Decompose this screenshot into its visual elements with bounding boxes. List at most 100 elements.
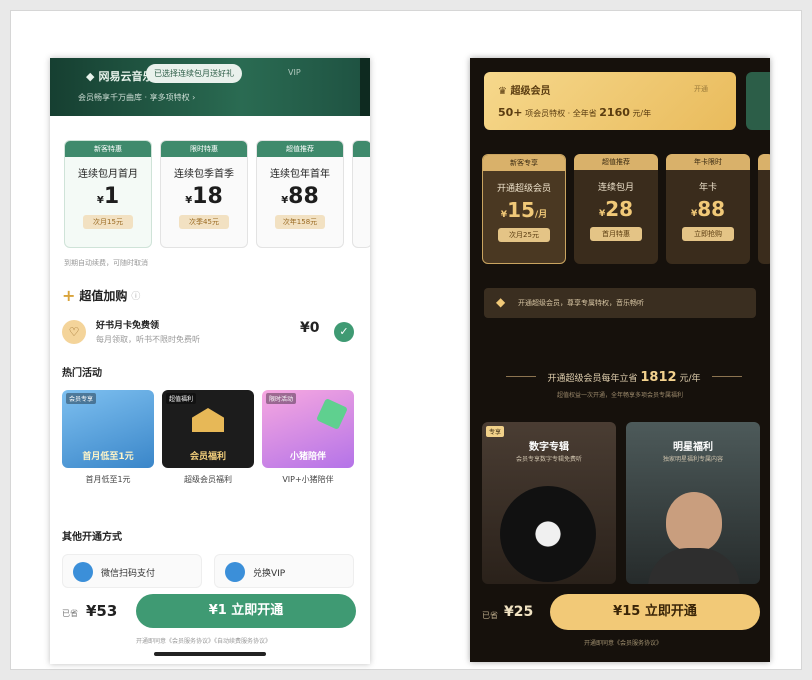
rplan-card-partial[interactable] — [758, 154, 770, 264]
left-header-banner: ◆ 网易云音乐 已选择连续包月送好礼 会员畅享千万曲库 · 享多项特权 › VI… — [50, 58, 370, 116]
agreement-text[interactable]: 开通即同意《会员服务协议》《自动续费服务协议》 — [136, 636, 271, 645]
activity-label: VIP+小猪陪伴 — [282, 475, 334, 484]
right-bottom-bar: 已省 ¥25 ¥15 立即开通 开通即同意《会员服务协议》 — [470, 590, 770, 662]
plan-badge: 新客专享 — [483, 155, 565, 171]
left-bottom-bar: 已省 ¥53 ¥1 立即开通 开通即同意《会员服务协议》《自动续费服务协议》 — [50, 590, 370, 664]
plan-price: ¥1 — [96, 184, 120, 209]
plan-tag: 次季45元 — [179, 215, 229, 229]
info-icon[interactable]: ⓘ — [131, 289, 140, 302]
hot-activities-title: 热门活动 — [62, 368, 102, 379]
saved-total: ¥25 — [504, 604, 534, 620]
activity-text: 会员福利 — [189, 452, 226, 462]
header-tag: VIP — [288, 68, 301, 77]
saved-total: ¥53 — [86, 602, 118, 620]
activity-badge: 超值福利 — [166, 393, 197, 404]
plan-badge: 限时特惠 — [161, 141, 247, 157]
brand-logo: ◆ 网易云音乐 — [86, 68, 153, 84]
open-now-button[interactable]: ¥1 立即开通 — [136, 594, 356, 628]
plus-icon: + — [62, 286, 76, 305]
rplan-card-1[interactable]: 新客专享 开通超级会员 ¥15/月 次月25元 — [482, 154, 566, 264]
plan-name: 连续包年首年 — [270, 169, 330, 180]
header-subtitle[interactable]: 会员畅享千万曲库 · 享多项特权 › — [78, 92, 195, 103]
saved-label: 已省 — [62, 609, 78, 618]
savings-divider: 开通超级会员每年立省 1812 元/年 — [506, 370, 742, 385]
plan-badge-partial — [353, 141, 370, 157]
plan-badge-partial — [758, 154, 770, 170]
activity-label: 首月低至1元 — [85, 475, 131, 484]
crown-icon: ♛ — [498, 86, 511, 97]
header-edge — [360, 58, 370, 116]
plan-card-quarterly[interactable]: 限时特惠 连续包季首季 ¥18 次季45元 — [160, 140, 248, 248]
plan-badge: 年卡限时 — [666, 154, 750, 170]
addon-item-subtitle: 每月领取，听书不限时免费听 — [96, 335, 200, 344]
pay-method-icon — [73, 562, 93, 582]
plan-name: 年卡 — [698, 183, 717, 193]
plan-card-yearly[interactable]: 超值推荐 连续包年首年 ¥88 次年158元 — [256, 140, 344, 248]
benefit-badge: 专享 — [486, 426, 505, 437]
benefit-subtitle: 会员专享数字专辑免费听 — [515, 456, 582, 463]
vinyl-record-icon — [500, 486, 596, 582]
diamond-icon: ◆ — [86, 69, 95, 83]
artist-shoulders — [648, 548, 740, 584]
divider-line-right — [712, 376, 742, 377]
activity-card-1[interactable]: 会员专享 首月低至1元 — [62, 390, 154, 468]
savings-subtitle: 超值权益一次开通，全年畅享多项会员专属福利 — [556, 392, 683, 399]
notice-bar[interactable]: ◆ 开通超级会员，尊享专属特权，音乐畅听 — [484, 288, 756, 318]
super-vip-card[interactable]: ♛ 超级会员 开通 50+ 项会员特权 · 全年省 2160 元/年 — [484, 72, 736, 130]
plan-note: 到期自动续费，可随时取消 — [64, 259, 148, 267]
pay-method-label: 微信扫码支付 — [101, 569, 156, 579]
activity-label: 超级会员福利 — [184, 475, 232, 484]
pay-method-2[interactable]: 兑换VIP — [214, 554, 354, 588]
benefit-card-album[interactable]: 专享 数字专辑 会员专享数字专辑免费听 — [482, 422, 616, 584]
plan-badge: 超值推荐 — [257, 141, 343, 157]
promo-pill[interactable]: 已选择连续包月送好礼 — [146, 64, 242, 83]
artist-portrait — [666, 492, 722, 552]
left-phone-screen: ◆ 网易云音乐 已选择连续包月送好礼 会员畅享千万曲库 · 享多项特权 › VI… — [50, 58, 370, 664]
right-phone-screen: ♛ 超级会员 开通 50+ 项会员特权 · 全年省 2160 元/年 新客专享 … — [470, 58, 770, 662]
addon-price: ¥0 — [300, 320, 320, 336]
plan-tag: 次月25元 — [498, 228, 550, 242]
card-stats: 50+ 项会员特权 · 全年省 2160 元/年 — [498, 106, 652, 119]
diamond-icon: ◆ — [496, 295, 506, 309]
next-card-edge[interactable] — [746, 72, 770, 130]
plan-price: ¥88 — [690, 197, 726, 221]
plan-card-monthly[interactable]: 新客特惠 连续包月首月 ¥1 次月15元 — [64, 140, 152, 248]
plan-name: 连续包季首季 — [174, 169, 234, 180]
card-tag: 开通 — [694, 85, 708, 93]
addon-title: 超值加购 — [79, 289, 128, 303]
agreement-text[interactable]: 开通即同意《会员服务协议》 — [584, 638, 662, 647]
activity-card-3[interactable]: 限时活动 小猪陪伴 — [262, 390, 354, 468]
home-indicator — [154, 652, 266, 656]
addon-item-title: 好书月卡免费领 — [96, 321, 160, 331]
addon-item[interactable]: ♡ 好书月卡免费领 每月领取，听书不限时免费听 ¥0 ✓ — [62, 314, 362, 354]
open-now-button[interactable]: ¥15 立即开通 — [550, 594, 760, 630]
benefit-card-star[interactable]: 明星福利 独家明星福利专属内容 — [626, 422, 760, 584]
gift-envelope-icon — [192, 408, 224, 432]
checkmark-icon[interactable]: ✓ — [334, 322, 354, 342]
benefit-title: 数字专辑 — [529, 442, 569, 453]
plan-tag: 次月15元 — [83, 215, 133, 229]
activity-card-2[interactable]: 超值福利 会员福利 — [162, 390, 254, 468]
plan-name: 开通超级会员 — [496, 184, 551, 194]
rplan-card-3[interactable]: 年卡限时 年卡 ¥88 立即抢购 — [666, 154, 750, 264]
pay-method-1[interactable]: 微信扫码支付 — [62, 554, 202, 588]
other-pay-title: 其他开通方式 — [62, 532, 122, 543]
benefit-subtitle: 独家明星福利专属内容 — [662, 456, 723, 463]
notice-text: 开通超级会员，尊享专属特权，音乐畅听 — [518, 299, 644, 307]
plan-price: ¥28 — [598, 197, 634, 221]
plan-card-partial[interactable] — [352, 140, 370, 248]
brand-name: 网易云音乐 — [98, 70, 154, 83]
pay-method-label: 兑换VIP — [253, 569, 286, 579]
clover-icon — [316, 398, 348, 430]
plan-tag: 次年158元 — [275, 215, 325, 229]
benefit-title: 明星福利 — [673, 442, 713, 453]
activity-text: 首月低至1元 — [82, 452, 134, 462]
addon-heading: + 超值加购 ⓘ — [62, 286, 140, 305]
heart-book-icon: ♡ — [62, 320, 86, 344]
activity-text: 小猪陪伴 — [289, 452, 326, 462]
plan-name: 连续包月 — [597, 183, 634, 193]
pay-method-icon — [225, 562, 245, 582]
rplan-card-2[interactable]: 超值推荐 连续包月 ¥28 首月特惠 — [574, 154, 658, 264]
plan-badge: 新客特惠 — [65, 141, 151, 157]
card-title: ♛ 超级会员 — [498, 86, 551, 97]
